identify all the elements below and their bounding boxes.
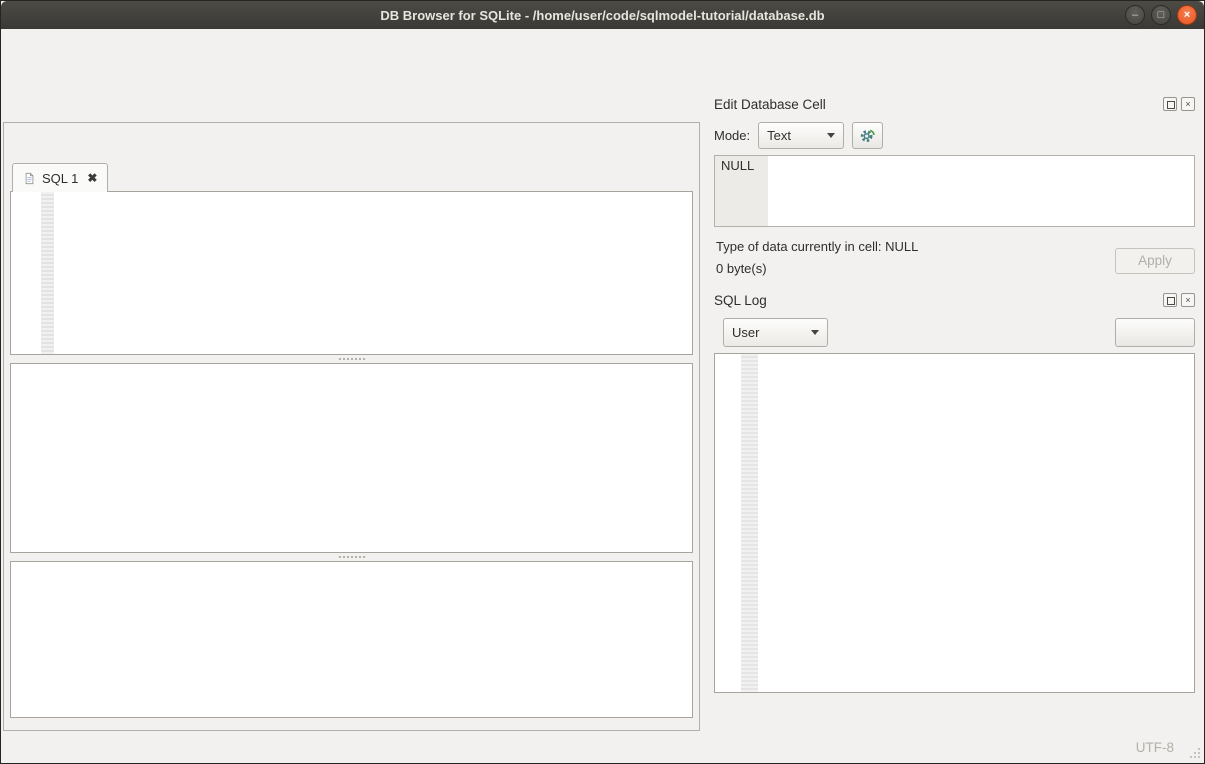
resize-grip[interactable] — [1198, 756, 1200, 758]
minimize-button[interactable]: – — [1125, 5, 1145, 25]
cell-info-row: Type of data currently in cell: NULL 0 b… — [714, 227, 1195, 289]
maximize-button[interactable]: □ — [1151, 5, 1171, 25]
log-filter-value: User — [732, 325, 759, 340]
cell-size-text: 0 byte(s) — [716, 261, 918, 276]
close-dock-icon[interactable]: × — [1181, 97, 1195, 111]
execute-sql-page: SQL 1 ✖ — [3, 122, 700, 731]
log-code-area[interactable] — [758, 354, 1194, 692]
close-sql-tab-icon[interactable]: ✖ — [87, 171, 97, 185]
close-log-dock-icon[interactable]: × — [1181, 293, 1195, 307]
results-grid — [10, 363, 693, 553]
status-bar: UTF-8 — [1, 731, 1204, 763]
log-line-numbers — [715, 354, 741, 692]
window-title: DB Browser for SQLite - /home/user/code/… — [380, 8, 824, 23]
edit-cell-title: Edit Database Cell — [714, 97, 826, 112]
dock-tab-bar — [714, 693, 1195, 731]
right-dock: Edit Database Cell × Mode: Text NULL — [706, 89, 1204, 731]
close-button[interactable]: × — [1177, 5, 1197, 25]
results-header-row — [11, 364, 692, 385]
sql-editor[interactable] — [10, 191, 693, 355]
sql-tab[interactable]: SQL 1 ✖ — [12, 163, 108, 192]
execution-message-area[interactable] — [10, 561, 693, 718]
editor-results-splitter[interactable] — [10, 355, 693, 363]
editor-code-area[interactable] — [54, 192, 692, 354]
sql-log-view[interactable] — [714, 353, 1195, 693]
title-bar[interactable]: DB Browser for SQLite - /home/user/code/… — [1, 1, 1204, 29]
mode-label: Mode: — [714, 128, 750, 143]
cell-value-label: NULL — [715, 156, 768, 226]
encoding-indicator: UTF-8 — [1136, 740, 1174, 755]
edit-cell-dock-title: Edit Database Cell × — [714, 93, 1195, 115]
float-dock-icon[interactable] — [1163, 97, 1177, 111]
clear-log-button[interactable] — [1115, 318, 1195, 347]
float-log-dock-icon[interactable] — [1163, 293, 1177, 307]
gear-icon — [859, 127, 876, 144]
mode-combobox[interactable]: Text — [758, 122, 844, 149]
app-window: DB Browser for SQLite - /home/user/code/… — [0, 0, 1205, 764]
sql-tab-label: SQL 1 — [42, 171, 78, 186]
chevron-down-icon — [827, 133, 835, 138]
cell-mode-row: Mode: Text — [714, 115, 1195, 155]
log-fold-margin[interactable] — [741, 354, 758, 692]
cell-value-editor[interactable]: NULL — [714, 155, 1195, 227]
sql-log-filter-row: User — [714, 311, 1195, 353]
chevron-down-icon — [811, 330, 819, 335]
main-toolbar — [1, 55, 1204, 89]
editor-fold-margin — [41, 192, 54, 354]
mode-value: Text — [767, 128, 791, 143]
cell-type-text: Type of data currently in cell: NULL — [716, 239, 918, 254]
sql-doc-icon — [23, 172, 36, 185]
menu-bar — [1, 29, 1204, 55]
cell-value-input[interactable] — [768, 156, 1194, 226]
log-filter-combobox[interactable]: User — [723, 318, 828, 347]
sql-log-dock-title: SQL Log × — [714, 289, 1195, 311]
results-message-splitter[interactable] — [10, 553, 693, 561]
main-tab-bar — [1, 89, 702, 122]
sql-doc-tab-bar: SQL 1 ✖ — [10, 161, 693, 191]
apply-button[interactable]: Apply — [1115, 248, 1195, 274]
sql-log-title: SQL Log — [714, 293, 767, 308]
editor-line-numbers — [11, 192, 41, 354]
auto-apply-button[interactable] — [852, 122, 883, 149]
sql-editor-toolbar — [10, 126, 693, 161]
